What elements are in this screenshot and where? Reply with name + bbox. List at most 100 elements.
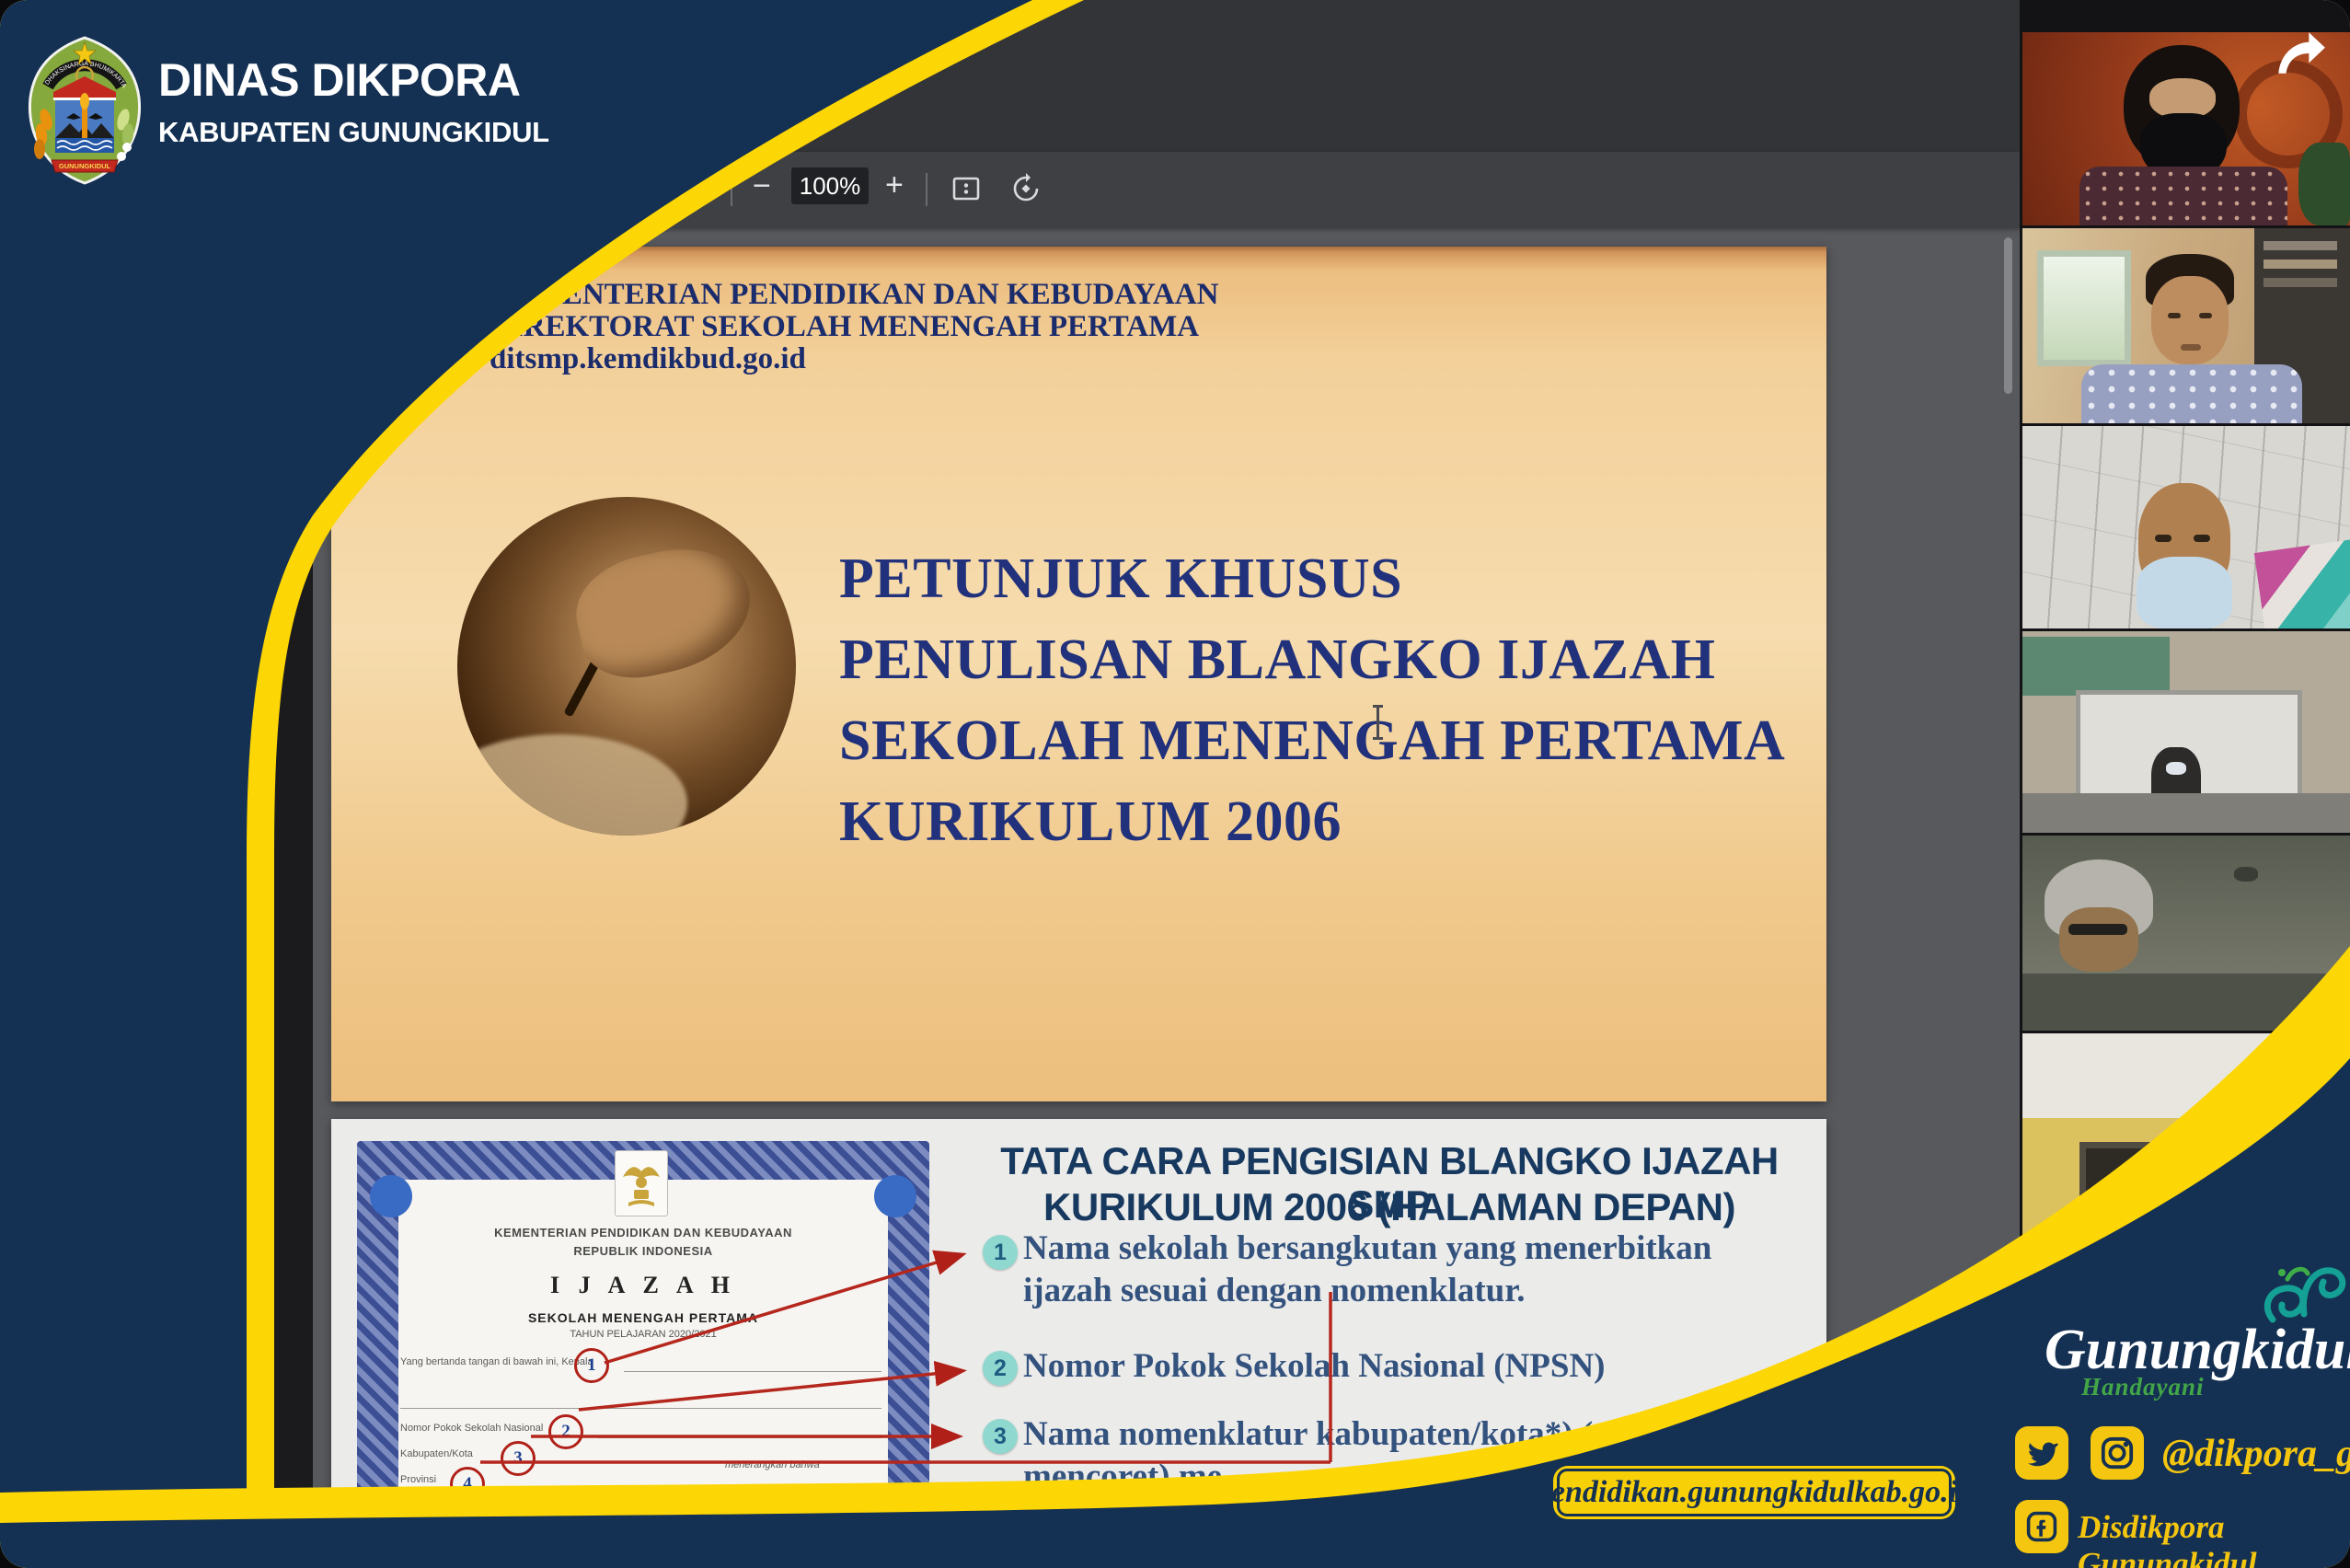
hand-writing-photo — [457, 497, 796, 836]
tata-item-3-number: 3 — [983, 1419, 1018, 1454]
doc-field-2-line — [598, 1437, 881, 1438]
cover-org-line2: DIREKTORAT SEKOLAH MENENGAH PERTAMA — [490, 311, 1199, 343]
tata-item-2-line1: Nomor Pokok Sekolah Nasional (NPSN) — [1023, 1345, 1606, 1388]
doc-field-4-marker: 4 — [450, 1467, 485, 1502]
zoom-level-input[interactable]: 100% — [791, 167, 869, 204]
agency-region: KABUPATEN GUNUNGKIDUL — [158, 116, 549, 149]
book-row — [2264, 278, 2337, 287]
doc-field-1-marker: 1 — [574, 1348, 609, 1383]
facebook-icon — [2015, 1500, 2068, 1553]
photo-hand-shape — [567, 536, 763, 689]
facebook-name: Disdikpora Gunungkidul — [2078, 1509, 2350, 1568]
participant-4-mask — [2166, 762, 2186, 775]
toolbar-divider — [731, 173, 732, 206]
doc-field-4-number: 4 — [463, 1474, 472, 1494]
participant-2-face — [2151, 276, 2229, 364]
zoom-in-button[interactable]: + — [885, 169, 904, 201]
cover-org-url: ditsmp.kemdikbud.go.id — [490, 343, 806, 375]
kemendikbud-logo-icon: TUT WURI HANDAYANI — [352, 261, 468, 382]
colorful-fabric — [2254, 539, 2350, 628]
doc-field-5-marker: 5 — [561, 1494, 596, 1529]
pdf-toolbar: 12 / 55 − 100% + — [313, 152, 2020, 228]
participant-1-plant — [2298, 143, 2350, 225]
zoom-out-button[interactable]: − — [753, 170, 771, 202]
participant-2-eye — [2199, 313, 2212, 318]
page-count-label: / 55 — [674, 174, 713, 202]
cover-title-line2: PENULISAN BLANGKO IJAZAH — [839, 628, 1715, 692]
participant-3-mask — [2137, 557, 2232, 628]
doc-year: TAHUN PELAJARAN 2020/2021 — [418, 1329, 869, 1340]
photo-paper-shape — [457, 734, 687, 836]
participant-5-glasses — [2068, 924, 2127, 935]
tata-item-2-number: 2 — [983, 1351, 1018, 1386]
doc-field-4-label: Provinsi — [400, 1474, 436, 1485]
crest-banner-text: GUNUNGKIDUL — [59, 162, 111, 170]
doc-field-2-label: Nomor Pokok Sekolah Nasional — [400, 1423, 543, 1434]
doc-field-1-number: 1 — [587, 1355, 596, 1376]
page-divider: / — [674, 174, 680, 202]
tata-item-3-line1: Nama nomenklatur kabupaten/kota*) ( — [1023, 1413, 1593, 1456]
ijazah-document-image: KEMENTERIAN PENDIDIKAN DAN KEBUDAYAAN RE… — [357, 1141, 929, 1555]
pdf-scrollbar[interactable] — [2004, 237, 2012, 394]
doc-header-line2: REPUBLIK INDONESIA — [418, 1244, 869, 1258]
rotate-page-icon[interactable] — [1010, 173, 1042, 209]
participant-2-batik-shirt — [2081, 364, 2302, 423]
doc-field-3-label: Kabupaten/Kota — [400, 1448, 473, 1459]
text-cursor — [1377, 705, 1379, 740]
wall-picture-frame — [2079, 1142, 2181, 1227]
page-number-value: 12 — [630, 172, 657, 201]
app-background — [313, 0, 2020, 152]
zoom-level-value: 100% — [800, 172, 861, 201]
doc-field-3-marker: 3 — [501, 1441, 536, 1476]
participant-video-3[interactable] — [2022, 426, 2350, 628]
website-badge: pendidikan.gunungkidulkab.go.id — [1553, 1466, 1955, 1519]
item-2-num-text: 2 — [994, 1355, 1007, 1382]
website-url: pendidikan.gunungkidulkab.go.id — [1536, 1475, 1973, 1510]
book-row — [2264, 259, 2337, 269]
tata-item-3-line2: mencoret) me — [1023, 1456, 1222, 1498]
brand-tagline: Handayani — [2081, 1373, 2205, 1401]
tata-item-1-number: 1 — [983, 1235, 1018, 1270]
doc-field-5-number: 5 — [574, 1502, 583, 1522]
participant-2-eye — [2168, 313, 2181, 318]
gunungkidul-crest-icon: DHAKSINARGA BHUMIKARTA GUNUNGKIDUL — [24, 35, 145, 190]
participant-video-5[interactable] — [2022, 836, 2350, 1031]
cover-title-line4: KURIKULUM 2006 — [839, 790, 1342, 854]
doc-title: I J A Z A H — [418, 1272, 869, 1299]
doc-header-line1: KEMENTERIAN PENDIDIKAN DAN KEBUDAYAAN — [418, 1226, 869, 1239]
participant-video-2[interactable] — [2022, 228, 2350, 423]
share-forward-icon[interactable] — [2271, 29, 2328, 82]
participant-3-eye — [2194, 535, 2210, 542]
item-1-num-text: 1 — [994, 1239, 1007, 1266]
participant-video-4[interactable] — [2022, 631, 2350, 833]
tata-item-1-line1: Nama sekolah bersangkutan yang menerbitk… — [1023, 1228, 1711, 1270]
doc-field-2-marker: 2 — [548, 1414, 583, 1449]
toolbar-divider-2 — [926, 173, 927, 206]
page-number-input[interactable]: 12 — [622, 167, 664, 204]
doc-corner-circle-left — [370, 1175, 412, 1217]
tata-heading-line2: KURIKULUM 2006 (HALAMAN DEPAN) — [975, 1185, 1803, 1228]
participant-1-batik-shirt — [2079, 167, 2287, 225]
agency-name: DINAS DIKPORA — [158, 53, 521, 107]
room-ceiling — [2022, 1033, 2350, 1118]
website-badge-border: pendidikan.gunungkidulkab.go.id — [1557, 1469, 1952, 1516]
participant-5-face — [2059, 907, 2138, 972]
doc-subtitle: SEKOLAH MENENGAH PERTAMA — [418, 1310, 869, 1325]
participant-5-foreground — [2022, 974, 2350, 1031]
ceiling-fixture — [2234, 867, 2258, 882]
participant-2-mouth — [2181, 344, 2201, 351]
garuda-emblem-icon — [615, 1150, 668, 1216]
cover-org-line1: KEMENTERIAN PENDIDIKAN DAN KEBUDAYAAN — [490, 279, 1218, 311]
pdf-viewer: 12 / 55 − 100% + — [313, 0, 2020, 1568]
fit-page-icon[interactable] — [951, 176, 981, 206]
doc-mid-note: menerangkan bahwa — [725, 1459, 820, 1470]
meeting-window: 12 / 55 − 100% + — [0, 0, 2350, 1568]
room-window — [2037, 250, 2131, 366]
tata-item-1-line2: ijazah sesuai dengan nomenklatur. — [1023, 1270, 1526, 1312]
twitter-icon — [2015, 1426, 2068, 1480]
pdf-page-cover: TUT WURI HANDAYANI KEMENTERIAN PENDIDIKA… — [331, 247, 1826, 1101]
book-row — [2264, 241, 2337, 250]
social-handle: @dikpora_gk — [2162, 1432, 2350, 1476]
cover-title-line1: PETUNJUK KHUSUS — [839, 547, 1402, 611]
instagram-icon — [2091, 1426, 2144, 1480]
